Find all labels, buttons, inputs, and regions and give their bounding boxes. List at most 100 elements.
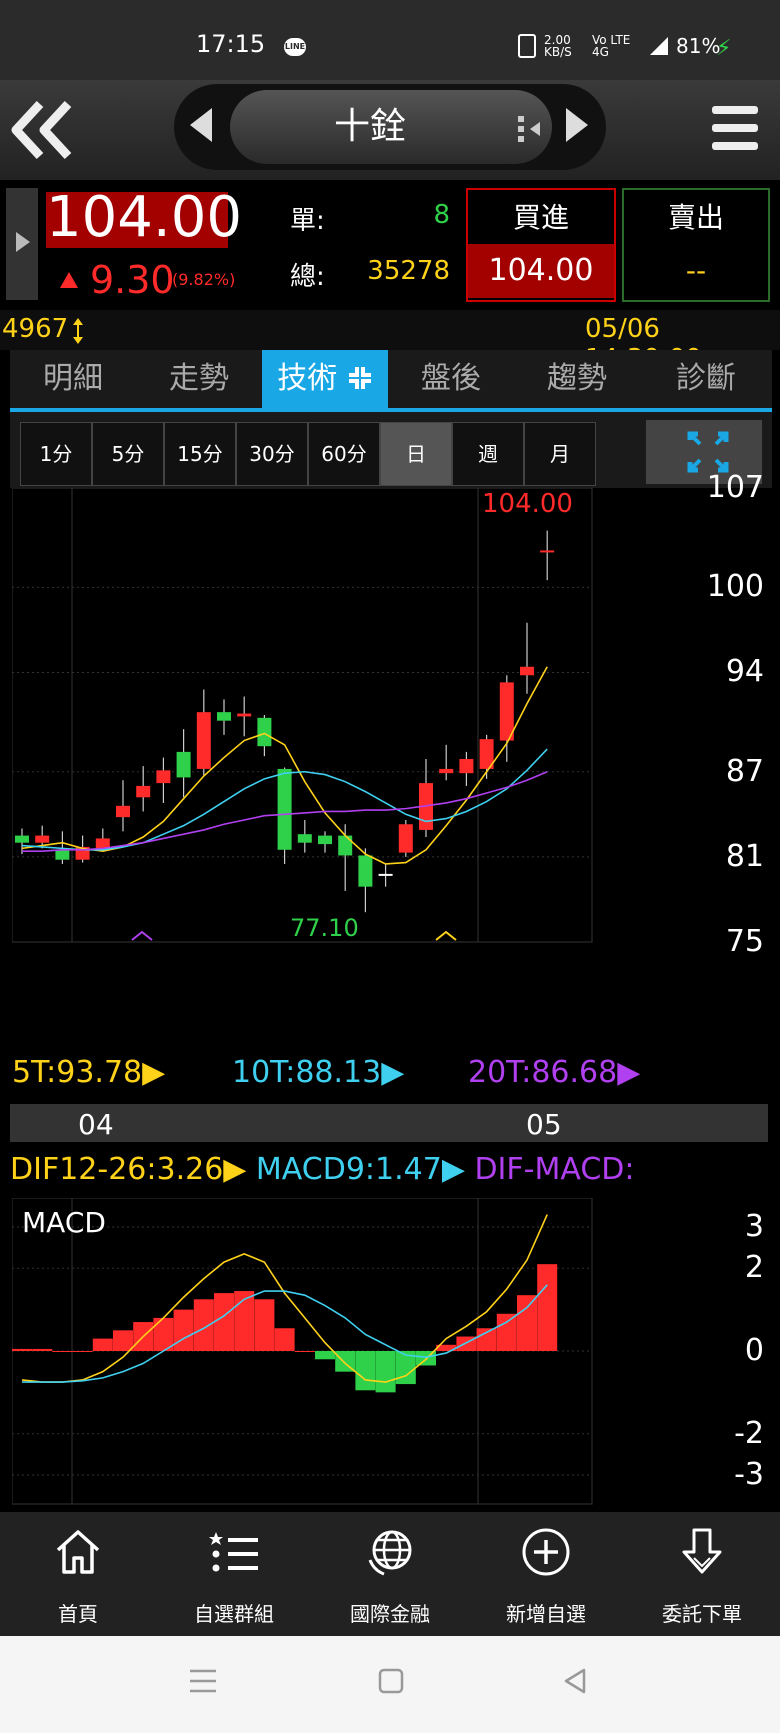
candle-body bbox=[439, 768, 454, 774]
back-double-chevron-icon[interactable] bbox=[10, 98, 80, 162]
nav-international[interactable]: 國際金融 bbox=[312, 1512, 468, 1636]
macd-legend: DIF12-26:3.26▶ MACD9:1.47▶ DIF-MACD: bbox=[10, 1152, 650, 1192]
nav-add-watch[interactable]: 新增自選 bbox=[468, 1512, 624, 1636]
macd9-arrow-icon: ▶ bbox=[441, 1152, 465, 1187]
buy-label[interactable]: 買進 bbox=[466, 196, 616, 236]
osc-bar bbox=[375, 1351, 396, 1393]
candle-body bbox=[540, 550, 555, 553]
ma20-label: 20T:86.68▶ bbox=[468, 1055, 641, 1090]
status-time: 17:15 bbox=[196, 30, 266, 58]
home-square-icon[interactable] bbox=[376, 1666, 406, 1696]
tab-after-hours[interactable]: 盤後 bbox=[388, 350, 514, 408]
candle-body bbox=[459, 758, 474, 774]
tab-trend[interactable]: 走勢 bbox=[136, 350, 262, 408]
candle-body bbox=[35, 835, 50, 843]
candle-body bbox=[338, 835, 353, 856]
ma10-arrow-icon: ▶ bbox=[381, 1055, 405, 1090]
osc-bar bbox=[72, 1351, 93, 1352]
network-type: Vo LTE 4G bbox=[592, 33, 631, 59]
period-15min-button[interactable]: 15分 bbox=[164, 422, 236, 486]
candle-body bbox=[520, 666, 534, 676]
prev-stock-arrow-icon[interactable] bbox=[190, 108, 212, 142]
dif-arrow-icon: ▶ bbox=[223, 1152, 247, 1187]
sell-label[interactable]: 賣出 bbox=[622, 196, 770, 236]
osc-bar bbox=[12, 1348, 32, 1351]
osc-bar bbox=[113, 1330, 133, 1351]
ma5-arrow-icon: ▶ bbox=[142, 1055, 166, 1090]
period-month-button[interactable]: 月 bbox=[524, 422, 596, 486]
candlestick-chart[interactable]: 104.00 77.10 bbox=[12, 488, 654, 1048]
osc-bar bbox=[193, 1299, 214, 1351]
buy-price[interactable]: 104.00 bbox=[468, 244, 614, 298]
candle-body bbox=[358, 855, 373, 887]
candle-body bbox=[55, 849, 70, 860]
price-axis-tick: 107 bbox=[706, 470, 764, 505]
stock-title[interactable]: 十銓 bbox=[230, 90, 510, 164]
period-60min-button[interactable]: 60分 bbox=[308, 422, 380, 486]
period-30min-button[interactable]: 30分 bbox=[236, 422, 308, 486]
price-change: 9.30 bbox=[90, 258, 175, 302]
line-app-icon: LINE bbox=[284, 38, 306, 56]
osc-bar bbox=[355, 1351, 376, 1391]
osc-bar bbox=[537, 1264, 558, 1351]
nav-watchlist[interactable]: 自選群組 bbox=[156, 1512, 312, 1636]
date-label-04: 04 bbox=[78, 1108, 114, 1141]
nav-order[interactable]: 委託下單 bbox=[624, 1512, 780, 1636]
hamburger-menu-icon[interactable] bbox=[712, 106, 758, 150]
period-5min-button[interactable]: 5分 bbox=[92, 422, 164, 486]
candle-body bbox=[398, 824, 413, 853]
nav-home[interactable]: 首頁 bbox=[0, 1512, 156, 1636]
osc-bar bbox=[214, 1293, 234, 1351]
candle-body bbox=[297, 834, 312, 843]
side-panel-toggle[interactable] bbox=[6, 188, 38, 300]
candle-body bbox=[217, 712, 231, 721]
candle-body bbox=[116, 805, 130, 818]
candle-body bbox=[499, 682, 514, 741]
tab-detail[interactable]: 明細 bbox=[10, 350, 136, 408]
stock-code: 4967 bbox=[2, 314, 69, 344]
osc-bar bbox=[254, 1299, 275, 1351]
osc-bar bbox=[32, 1348, 53, 1351]
price-axis-tick: 94 bbox=[725, 654, 764, 690]
home-icon bbox=[56, 1530, 100, 1574]
osc-bar bbox=[294, 1351, 315, 1352]
osc-bar bbox=[173, 1309, 194, 1351]
ma20-arrow-icon: ▶ bbox=[617, 1055, 641, 1090]
price-axis-tick: 87 bbox=[725, 753, 764, 789]
total-volume-label: 總: bbox=[290, 262, 325, 292]
sell-price[interactable]: -- bbox=[622, 254, 770, 287]
osc-bar bbox=[315, 1351, 335, 1360]
collapse-icon bbox=[348, 367, 371, 389]
next-stock-arrow-icon[interactable] bbox=[566, 108, 588, 142]
total-volume-value: 35278 bbox=[367, 256, 450, 286]
macd-chart[interactable] bbox=[12, 1198, 654, 1508]
date-axis bbox=[10, 1104, 768, 1142]
candle-body bbox=[277, 768, 292, 850]
osc-bar bbox=[52, 1351, 73, 1352]
back-triangle-icon[interactable] bbox=[560, 1666, 590, 1696]
ma10-label: 10T:88.13▶ bbox=[232, 1055, 405, 1090]
price-axis-tick: 75 bbox=[725, 924, 764, 959]
single-volume-label: 單: bbox=[290, 206, 325, 236]
tab-trend-analysis[interactable]: 趨勢 bbox=[514, 350, 640, 408]
period-1min-button[interactable]: 1分 bbox=[20, 422, 92, 486]
macd-axis-tick: 2 bbox=[744, 1250, 764, 1286]
status-bar: 17:15 LINE 2.00 KB/S Vo LTE 4G 81% ⚡ bbox=[0, 0, 780, 80]
tab-diagnosis[interactable]: 診斷 bbox=[640, 350, 772, 408]
macd-title: MACD bbox=[22, 1206, 106, 1239]
price-axis-tick: 81 bbox=[725, 838, 764, 874]
period-day-button[interactable]: 日 bbox=[380, 422, 452, 486]
recents-icon[interactable] bbox=[188, 1666, 218, 1696]
period-week-button[interactable]: 週 bbox=[452, 422, 524, 486]
macd9-label: MACD9:1.47 bbox=[255, 1152, 442, 1187]
reorder-grip-icon[interactable] bbox=[516, 114, 542, 144]
macd-axis-tick: 3 bbox=[744, 1208, 764, 1244]
tab-technical[interactable]: 技術 bbox=[262, 350, 388, 408]
macd-axis-tick: -3 bbox=[734, 1457, 764, 1493]
star-list-icon bbox=[209, 1532, 258, 1572]
candle-body bbox=[136, 785, 151, 798]
osc-bar bbox=[496, 1313, 517, 1351]
macd-axis-tick: -2 bbox=[734, 1415, 764, 1451]
status-indicators: 2.00 KB/S Vo LTE 4G 81% bbox=[518, 34, 720, 58]
battery-level: 81% bbox=[676, 34, 721, 58]
